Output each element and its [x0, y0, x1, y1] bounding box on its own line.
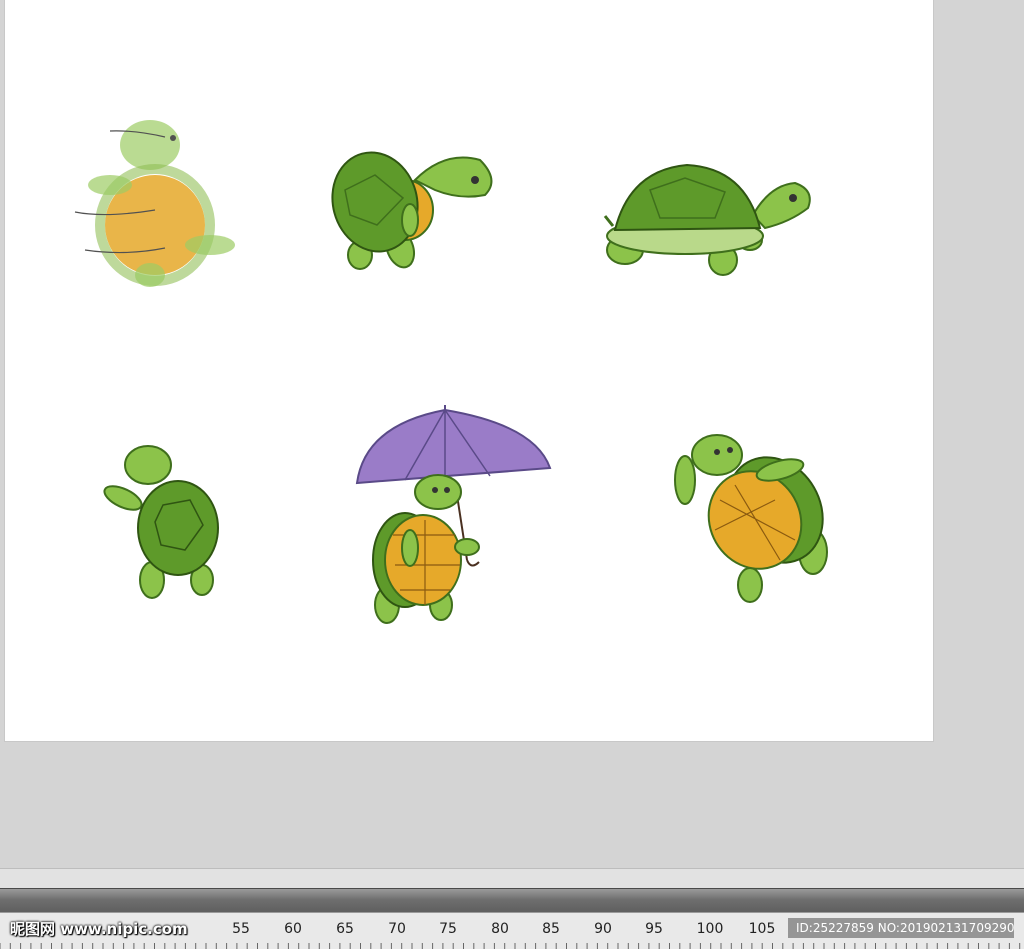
ruler-tick-label: 80	[491, 921, 509, 937]
turtle-tired	[674, 434, 828, 603]
ruler-tick-label: 70	[388, 921, 406, 937]
ruler-tick-label: 60	[284, 921, 302, 937]
ruler-tick-label: 95	[645, 921, 663, 937]
horizontal-scrollbar[interactable]	[0, 888, 1024, 913]
ruler-tick-label: 90	[594, 921, 612, 937]
ruler-tick-label: 100	[696, 921, 724, 937]
canvas-page[interactable]	[5, 0, 933, 741]
ruler-tick-label: 55	[232, 921, 250, 937]
ruler-tick-label: 75	[439, 921, 457, 937]
workspace-bottom-band	[0, 869, 1024, 888]
image-id-watermark: ID:25227859 NO:20190213170929091574	[788, 918, 1014, 938]
ruler-tick-label: 85	[542, 921, 560, 937]
site-watermark: 昵图网 www.nipic.com	[10, 920, 188, 938]
turtle-illustration	[74, 120, 828, 624]
turtle-leaning	[331, 151, 493, 270]
workspace	[0, 0, 1024, 868]
turtle-waving	[103, 445, 219, 599]
turtle-umbrella	[355, 405, 552, 624]
turtle-dancing	[74, 120, 235, 287]
turtle-walking	[603, 163, 811, 276]
ruler-tick-label: 65	[336, 921, 354, 937]
ruler-tick-label: 105	[748, 921, 776, 937]
